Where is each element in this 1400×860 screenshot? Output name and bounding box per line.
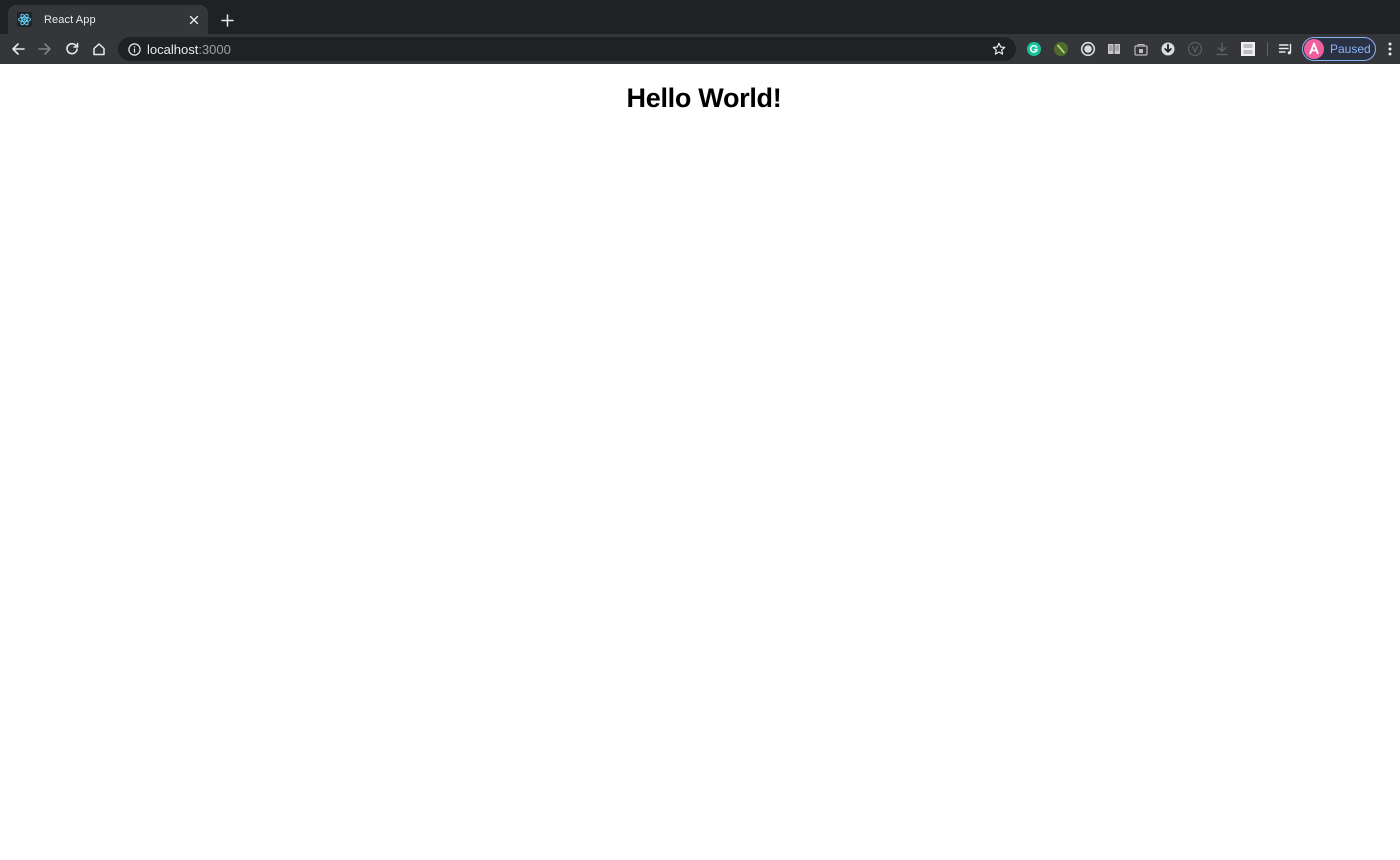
avatar — [1304, 39, 1324, 59]
circle-extension-icon[interactable] — [1080, 41, 1096, 57]
forward-button[interactable] — [33, 37, 57, 61]
menu-icon[interactable] — [1382, 41, 1398, 57]
reader-extension-icon[interactable] — [1106, 41, 1122, 57]
forward-arrow-icon — [38, 43, 51, 55]
avatar-letter-icon — [1304, 39, 1324, 59]
profile-status-label: Paused — [1330, 42, 1371, 56]
leaf-extension-icon[interactable] — [1053, 41, 1069, 57]
tab-react-app[interactable]: React App — [8, 5, 208, 34]
url-text: localhost:3000 — [147, 42, 231, 57]
browser-chrome: React App localhost:3000 Paused — [0, 0, 1400, 64]
url-host: localhost — [147, 41, 199, 57]
page-heading: Hello World! — [626, 83, 782, 113]
close-tab-icon[interactable] — [186, 12, 202, 28]
download-arrow-icon[interactable] — [1160, 41, 1176, 57]
bookmark-star-icon[interactable] — [991, 41, 1007, 57]
toolbar-divider — [1267, 42, 1268, 56]
back-button[interactable] — [6, 37, 30, 61]
browser-toolbar: localhost:3000 Paused — [0, 34, 1400, 64]
grammarly-icon[interactable] — [1026, 41, 1042, 57]
plus-icon — [220, 13, 234, 27]
home-button[interactable] — [87, 37, 111, 61]
react-logo-icon — [17, 12, 32, 27]
tab-strip: React App — [0, 0, 1400, 34]
url-port: :3000 — [198, 41, 231, 57]
home-icon — [93, 43, 105, 56]
back-arrow-icon — [12, 43, 25, 55]
reload-button[interactable] — [60, 37, 84, 61]
reading-list-icon[interactable] — [1278, 41, 1294, 57]
address-bar[interactable]: localhost:3000 — [118, 37, 1016, 61]
new-tab-button[interactable] — [217, 10, 237, 30]
mm-pa-extension-icon[interactable] — [1240, 41, 1256, 57]
lock-extension-icon[interactable] — [1133, 41, 1149, 57]
page-viewport: Hello World! — [0, 64, 1400, 860]
profile-button[interactable]: Paused — [1302, 37, 1376, 61]
tab-title: React App — [44, 13, 96, 26]
download-icon[interactable] — [1214, 41, 1230, 57]
reload-icon — [66, 42, 79, 55]
info-icon[interactable] — [127, 42, 141, 56]
v-extension-icon[interactable] — [1187, 41, 1203, 57]
